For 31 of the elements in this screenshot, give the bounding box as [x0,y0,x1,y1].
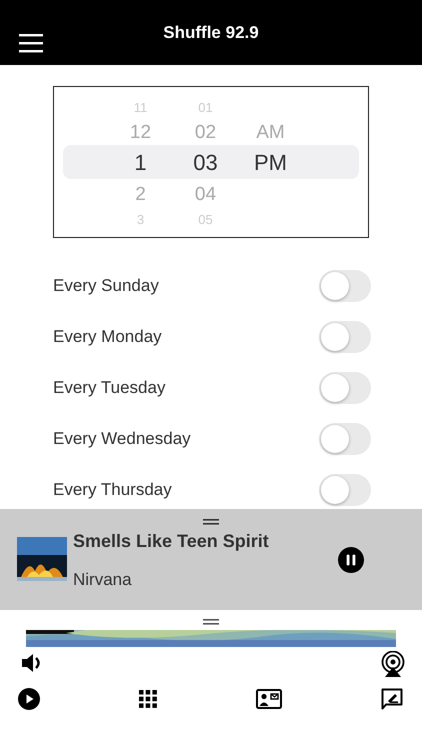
play-icon[interactable] [18,688,40,710]
contact-card-icon[interactable] [256,689,282,709]
day-label: Every Tuesday [53,378,166,398]
menu-icon[interactable] [19,33,43,53]
toggle-switch[interactable] [319,270,371,302]
drag-handle-icon[interactable] [203,519,219,525]
day-label: Every Thursday [53,480,172,500]
picker-value[interactable]: 03 [193,152,218,174]
picker-value[interactable]: 02 [194,122,216,142]
airplay-icon[interactable] [380,651,406,677]
artist-name: Nirvana [73,570,133,590]
day-label: Every Wednesday [53,428,191,448]
picker-value[interactable]: AM [256,122,285,142]
compose-icon[interactable] [381,688,403,710]
toggle-switch[interactable] [319,372,371,404]
picker-value[interactable]: PM [254,152,287,174]
pause-icon[interactable] [338,547,364,573]
toggle-switch[interactable] [319,474,371,506]
toggle-switch[interactable] [319,320,371,352]
day-label: Every Sunday [53,276,159,296]
grid-icon[interactable] [139,690,157,708]
picker-value[interactable]: 2 [135,184,146,204]
track-title: Smells Like Teen Spirit [73,531,269,552]
picker-value[interactable]: 1 [134,152,147,174]
app-title: Shuffle 92.9 [163,22,259,42]
toggle-switch[interactable] [319,422,371,454]
drag-handle-icon[interactable] [203,619,219,625]
mini-player[interactable]: Smells Like Teen Spirit Nirvana [0,509,422,610]
day-label: Every Monday [53,326,162,346]
picker-value[interactable]: 12 [130,122,152,142]
picker-value[interactable]: 04 [194,184,216,204]
